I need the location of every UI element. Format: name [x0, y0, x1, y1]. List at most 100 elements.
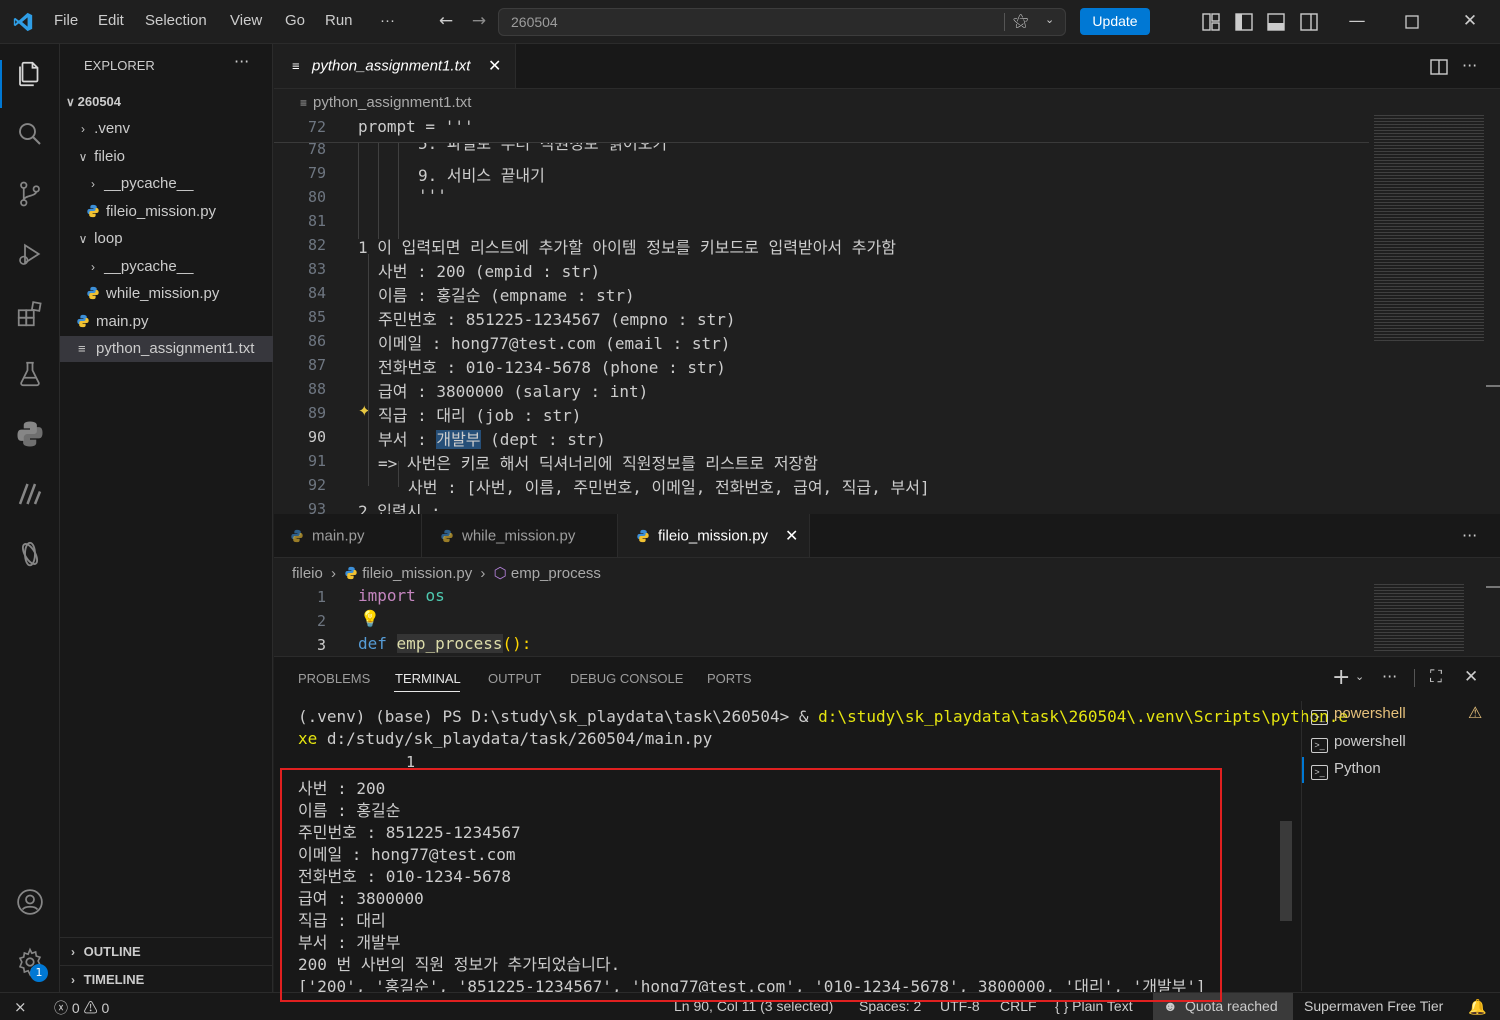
- lightbulb-icon[interactable]: 💡: [360, 609, 380, 628]
- terminal-output-line: 이메일 : hong77@test.com: [298, 845, 516, 864]
- notifications-bell-icon[interactable]: 🔔: [1468, 998, 1487, 1016]
- toggle-panel-icon[interactable]: [1266, 12, 1286, 32]
- line-ending[interactable]: CRLF: [1000, 998, 1037, 1014]
- chevron-down-icon[interactable]: ⌄: [1355, 670, 1364, 683]
- line-number: 87: [307, 356, 326, 374]
- divider: [1004, 13, 1005, 31]
- tab-debug-console[interactable]: DEBUG CONSOLE: [570, 671, 683, 686]
- update-button[interactable]: Update: [1080, 8, 1150, 35]
- editor-more-button[interactable]: ···: [1462, 56, 1477, 75]
- tree-item-venv[interactable]: › .venv: [60, 116, 273, 142]
- menu-go[interactable]: Go: [285, 12, 305, 29]
- outline-section[interactable]: › OUTLINE: [60, 937, 273, 965]
- remote-icon[interactable]: ⨯: [14, 998, 27, 1016]
- top-editor: ≡ python_assignment1.txt 72 prompt = ''' …: [274, 89, 1500, 521]
- tree-item-python-assignment[interactable]: ≡ python_assignment1.txt: [60, 336, 273, 362]
- tree-root-folder[interactable]: ∨ 260504: [60, 89, 273, 115]
- explorer-icon[interactable]: [12, 56, 48, 92]
- forward-arrow-icon[interactable]: →: [468, 10, 490, 32]
- tree-item-pycache-1[interactable]: › __pycache__: [60, 171, 273, 197]
- cursor-position[interactable]: Ln 90, Col 11 (3 selected): [674, 998, 833, 1014]
- chevron-right-icon: ›: [91, 260, 95, 274]
- code-line: 1 이 입력되면 리스트에 추가할 아이템 정보를 키보드로 입력받아서 추가함: [358, 238, 896, 257]
- menu-more[interactable]: ···: [380, 12, 395, 29]
- minimap[interactable]: [1374, 584, 1464, 652]
- tree-item-main[interactable]: main.py: [60, 309, 273, 335]
- minimap[interactable]: [1374, 115, 1484, 341]
- search-icon[interactable]: [12, 116, 48, 152]
- command-center[interactable]: 260504 ⚝ ⌄: [498, 8, 1066, 36]
- line-number: 84: [307, 284, 326, 302]
- terminal-command-line-cont: xe d:/study/sk_playdata/task/260504/main…: [298, 729, 713, 748]
- chevron-right-icon: ›: [71, 973, 75, 987]
- terminal-output-line: 이름 : 홍길순: [298, 801, 401, 820]
- source-control-icon[interactable]: [12, 176, 48, 212]
- tab-fileio-mission[interactable]: fileio_mission.py ✕: [618, 514, 810, 557]
- tree-item-loop[interactable]: ∨ loop: [60, 226, 273, 252]
- testing-icon[interactable]: [12, 356, 48, 392]
- python-file-icon: [345, 566, 357, 580]
- tab-python-assignment[interactable]: ≡ python_assignment1.txt ✕: [274, 44, 516, 88]
- tree-item-fileio-mission[interactable]: fileio_mission.py: [60, 199, 273, 225]
- maximize-panel-icon[interactable]: ⛶: [1430, 667, 1442, 687]
- new-terminal-plus-icon[interactable]: +: [1332, 665, 1350, 690]
- language-mode[interactable]: { } Plain Text: [1055, 998, 1133, 1014]
- supermaven-status[interactable]: Supermaven Free Tier: [1304, 998, 1443, 1014]
- quota-status[interactable]: ☻ Quota reached: [1153, 993, 1293, 1020]
- timeline-section[interactable]: › TIMELINE: [60, 965, 273, 993]
- scrollbar-marker: [1486, 586, 1500, 588]
- python-icon[interactable]: [12, 416, 48, 452]
- encoding[interactable]: UTF-8: [940, 998, 980, 1014]
- tab-ports[interactable]: PORTS: [707, 671, 752, 686]
- panel-more-icon[interactable]: ···: [1382, 667, 1397, 686]
- activity-bar: 1: [0, 44, 60, 992]
- terminal[interactable]: (.venv) (base) PS D:\study\sk_playdata\t…: [274, 701, 1348, 996]
- toggle-sidebar-icon[interactable]: [1234, 12, 1254, 32]
- menu-selection[interactable]: Selection: [145, 12, 207, 29]
- python-file-icon: [87, 286, 99, 300]
- line-number: 92: [307, 476, 326, 494]
- chevron-down-icon: ∨: [78, 232, 88, 246]
- close-panel-icon[interactable]: ✕: [1464, 667, 1478, 687]
- menu-run[interactable]: Run: [325, 12, 353, 29]
- menu-edit[interactable]: Edit: [98, 12, 124, 29]
- extensions-icon[interactable]: [12, 296, 48, 332]
- terminal-item-powershell-1[interactable]: >_ powershell: [1311, 705, 1406, 725]
- tab-terminal[interactable]: TERMINAL: [395, 671, 461, 686]
- terminal-scrollbar[interactable]: [1280, 821, 1292, 921]
- chevron-down-icon[interactable]: ⌄: [1045, 13, 1054, 26]
- problems-count[interactable]: ⓧ 0 ⚠ 0: [54, 998, 109, 1018]
- vscode-logo-icon: [13, 12, 33, 32]
- tree-item-pycache-2[interactable]: › __pycache__: [60, 254, 273, 280]
- toggle-secondary-sidebar-icon[interactable]: [1299, 12, 1319, 32]
- bottom-editor-more-button[interactable]: ···: [1462, 526, 1477, 545]
- tree-item-while-mission[interactable]: while_mission.py: [60, 281, 273, 307]
- close-window-icon[interactable]: ✕: [1459, 10, 1481, 32]
- terminal-item-python[interactable]: >_ Python: [1311, 760, 1381, 780]
- copilot-icon[interactable]: ⚝: [1013, 11, 1029, 31]
- command-center-text: 260504: [511, 14, 558, 30]
- menu-file[interactable]: File: [54, 12, 78, 29]
- customize-layout-icon[interactable]: [1201, 12, 1221, 32]
- back-arrow-icon[interactable]: ←: [435, 10, 457, 32]
- indentation[interactable]: Spaces: 2: [859, 998, 921, 1014]
- supermaven-icon[interactable]: [12, 476, 48, 512]
- tab-while-mission[interactable]: while_mission.py: [422, 514, 618, 557]
- tab-output[interactable]: OUTPUT: [488, 671, 541, 686]
- split-editor-icon[interactable]: [1429, 57, 1449, 77]
- code-line-3: def emp_process():: [358, 634, 532, 653]
- close-tab-icon[interactable]: ✕: [785, 526, 798, 546]
- run-debug-icon[interactable]: [12, 236, 48, 272]
- tab-main[interactable]: main.py: [274, 514, 422, 557]
- tab-problems[interactable]: PROBLEMS: [298, 671, 370, 686]
- terminal-item-powershell-2[interactable]: >_ powershell: [1311, 733, 1406, 753]
- explorer-more-button[interactable]: ···: [234, 52, 249, 71]
- remote-explorer-icon[interactable]: [12, 536, 48, 572]
- warning-icon: ⚠: [83, 1000, 98, 1016]
- minimize-icon[interactable]: —: [1346, 10, 1368, 32]
- tree-item-fileio[interactable]: ∨ fileio: [60, 144, 273, 170]
- maximize-icon[interactable]: [1405, 15, 1419, 29]
- account-icon[interactable]: [12, 884, 48, 920]
- menu-view[interactable]: View: [230, 12, 262, 29]
- close-tab-icon[interactable]: ✕: [488, 56, 501, 76]
